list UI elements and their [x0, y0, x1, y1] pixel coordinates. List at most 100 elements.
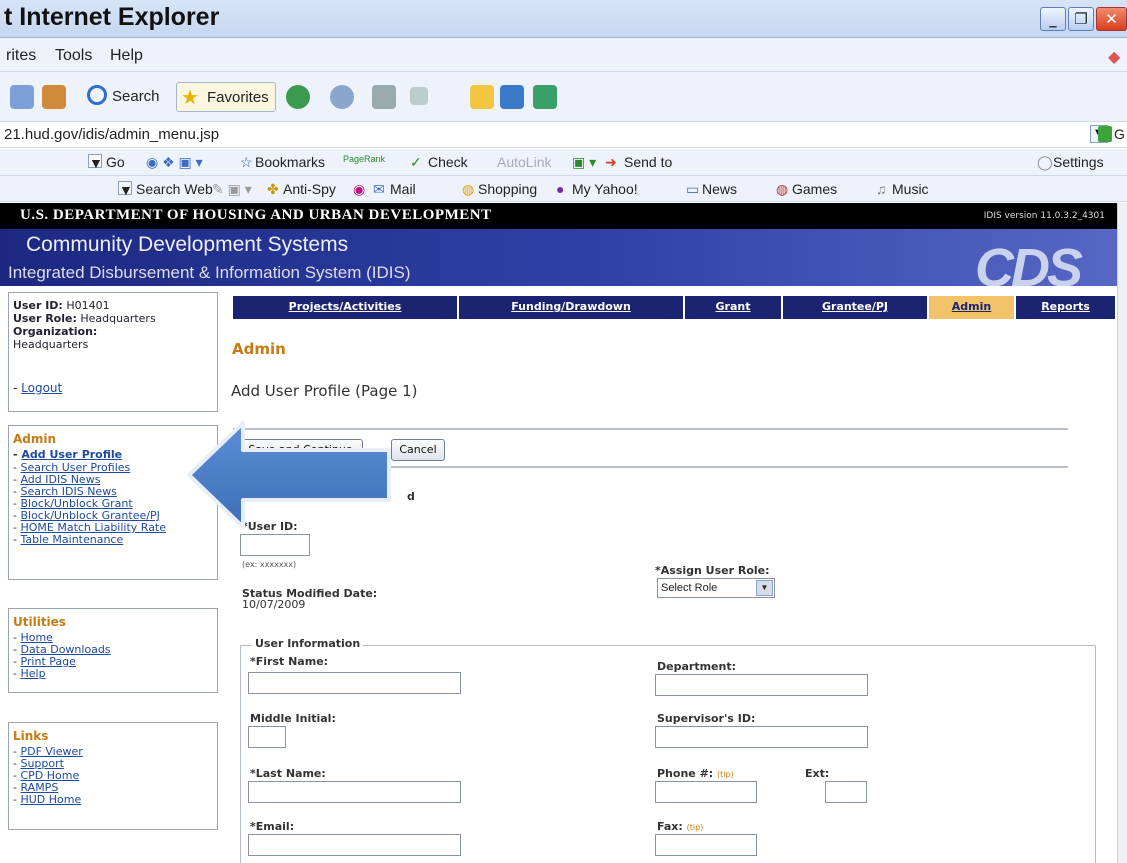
bookmarks-button[interactable]: Bookmarks [255, 154, 325, 170]
pencil-icon: ✎ ▣ ▾ [212, 181, 252, 197]
mail-icon[interactable] [330, 85, 354, 109]
windows-flag-icon: ◆ [1108, 49, 1121, 66]
fax-tip-link[interactable]: (tip) [687, 823, 704, 832]
required-note: d [407, 490, 415, 503]
supervisor-id-input[interactable] [655, 726, 868, 748]
phone-input[interactable] [655, 781, 757, 803]
utilities-nav-heading: Utilities [13, 615, 66, 629]
settings-button[interactable]: Settings [1053, 154, 1104, 170]
menu-tools[interactable]: Tools [55, 47, 92, 65]
tab-grant[interactable]: Grant [685, 296, 783, 319]
messenger-icon[interactable] [500, 85, 524, 109]
go-button[interactable]: G [1114, 126, 1125, 142]
shopping-icon: ◍ [462, 181, 475, 197]
restore-button[interactable]: ❐ [1068, 7, 1094, 31]
tab-funding-drawdown[interactable]: Funding/Drawdown [459, 296, 685, 319]
go-search-button[interactable]: Go [106, 154, 125, 170]
fax-label-text: Fax: [657, 820, 683, 833]
department-input[interactable] [655, 674, 868, 696]
bookmark-star-icon: ☆ [240, 154, 253, 170]
department-label: Department: [657, 660, 736, 673]
phone-label-text: Phone #: [657, 767, 714, 780]
home-icon[interactable] [42, 85, 66, 109]
search-button[interactable]: Search [112, 88, 160, 105]
search-web-dropdown-icon[interactable]: ▼ [118, 181, 133, 198]
cds-logo: CDS [975, 238, 1083, 286]
page-scrollbar[interactable] [1117, 203, 1127, 863]
mail-button[interactable]: Mail [390, 181, 416, 197]
role-select-value: Select Role [661, 582, 718, 594]
first-name-input[interactable] [248, 672, 461, 694]
shopping-button[interactable]: Shopping [478, 181, 537, 197]
print-icon[interactable] [372, 85, 396, 109]
menu-help[interactable]: Help [110, 47, 143, 65]
news-button[interactable]: News [702, 181, 737, 197]
folder-icon[interactable] [470, 85, 494, 109]
search-web-button[interactable]: Search Web [136, 181, 213, 197]
music-button[interactable]: Music [892, 181, 929, 197]
my-yahoo-icon: ● [556, 181, 565, 197]
games-button[interactable]: Games [792, 181, 837, 197]
search-icon[interactable] [87, 85, 107, 105]
tab-admin[interactable]: Admin [929, 296, 1016, 319]
send-to-icon: ➜ [605, 154, 617, 170]
close-button[interactable]: ✕ [1096, 7, 1127, 31]
check-button[interactable]: Check [428, 154, 468, 170]
last-name-input[interactable] [248, 781, 461, 803]
settings-icon: ◯ [1037, 154, 1053, 170]
standard-toolbar: Search ★ Favorites [0, 72, 1127, 122]
history-icon[interactable] [286, 85, 310, 109]
my-yahoo-button[interactable]: My Yahoo! [572, 181, 638, 197]
go-icon[interactable] [1098, 126, 1112, 142]
email-input[interactable] [248, 834, 461, 856]
utilities-nav: Utilities - Home - Data Downloads - Prin… [8, 608, 218, 693]
minimize-button[interactable]: _ [1040, 7, 1066, 31]
hud-header: U.S. DEPARTMENT OF HOUSING AND URBAN DEV… [0, 203, 1117, 229]
tab-grantee-pj[interactable]: Grantee/PJ [783, 296, 929, 319]
user-information-legend: User Information [252, 637, 364, 650]
organization-value: Headquarters [13, 338, 89, 351]
first-name-label: *First Name: [250, 655, 329, 668]
role-select[interactable]: Select Role ▼ [657, 578, 775, 598]
user-id-label: User ID: [13, 299, 63, 312]
fax-label: Fax: (tip) [657, 820, 703, 833]
research-icon[interactable] [533, 85, 557, 109]
chevron-down-icon: ▼ [756, 580, 773, 596]
tab-projects-activities[interactable]: Projects/Activities [233, 296, 459, 319]
user-info-box: User ID: H01401 User Role: Headquarters … [8, 292, 218, 412]
search-toolbar: ▼ Go ◉ ❖ ▣ ▾ ☆ Bookmarks PageRank ✓ Chec… [0, 149, 1127, 176]
edit-icon[interactable] [410, 87, 428, 105]
phone-tip-link[interactable]: (tip) [717, 770, 734, 779]
user-id-input[interactable] [240, 534, 310, 556]
send-to-button[interactable]: Send to [624, 154, 672, 170]
favorites-button[interactable]: ★ Favorites [176, 82, 276, 112]
organization-label: Organization: [13, 325, 98, 338]
user-role-label: User Role: [13, 312, 77, 325]
yahoo-icon: ◉ [353, 181, 366, 197]
ext-input[interactable] [825, 781, 867, 803]
address-bar[interactable]: 21.hud.gov/idis/admin_menu.jsp ▼ G [0, 122, 1127, 148]
pagerank-button[interactable]: PageRank [343, 154, 385, 164]
logout-link[interactable]: Logout [21, 381, 62, 395]
nav-help[interactable]: Help [20, 667, 45, 680]
autofill-icon[interactable]: ▣ ▾ [572, 154, 596, 171]
middle-initial-input[interactable] [248, 726, 286, 748]
nav-table-maintenance[interactable]: Table Maintenance [20, 533, 123, 546]
search-dropdown-icon[interactable]: ▼ [88, 154, 103, 171]
cancel-button[interactable]: Cancel [391, 439, 445, 461]
refresh-icon[interactable] [10, 85, 34, 109]
anti-spy-button[interactable]: Anti-Spy [283, 181, 336, 197]
nav-hud-home[interactable]: HUD Home [20, 793, 81, 806]
nav-add-user-profile[interactable]: Add User Profile [21, 448, 122, 461]
fax-input[interactable] [655, 834, 757, 856]
news-icon: ▭ [686, 181, 700, 197]
ext-label: Ext: [805, 767, 830, 780]
page-title: Add User Profile (Page 1) [231, 382, 418, 400]
address-url[interactable]: 21.hud.gov/idis/admin_menu.jsp [4, 126, 219, 143]
tab-reports[interactable]: Reports [1016, 296, 1115, 319]
links-nav-heading: Links [13, 729, 49, 743]
mail-tb-icon: ✉ [373, 181, 385, 197]
menu-favorites[interactable]: rites [6, 47, 36, 65]
autolink-button[interactable]: AutoLink [497, 154, 551, 170]
main-tabs: Projects/Activities Funding/Drawdown Gra… [233, 296, 1115, 319]
